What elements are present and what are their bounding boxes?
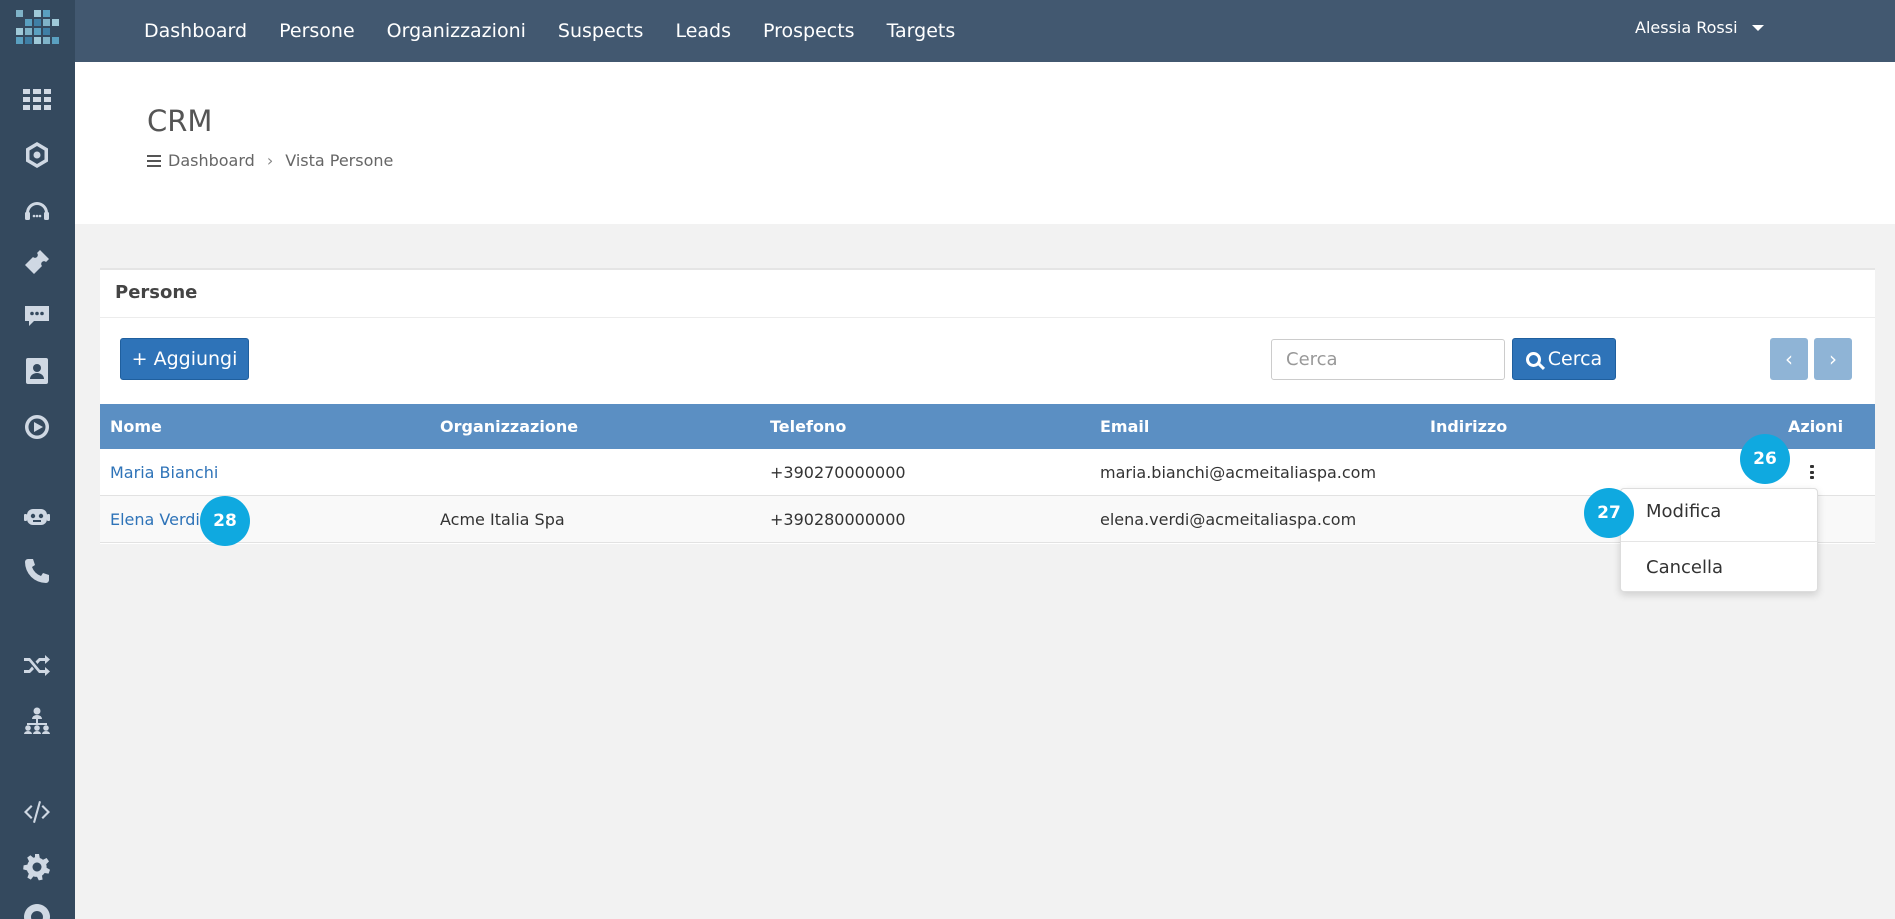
organization-cell: Acme Italia Spa — [440, 509, 565, 529]
code-icon[interactable] — [20, 795, 54, 829]
column-header-organizzazione[interactable]: Organizzazione — [440, 417, 578, 436]
phone-cell: +390280000000 — [770, 509, 906, 529]
actions-dropdown: Modifica Cancella — [1620, 488, 1818, 592]
contact-card-icon[interactable] — [20, 354, 54, 388]
hexagon-icon[interactable] — [20, 138, 54, 172]
menu-icon — [147, 154, 161, 167]
step-badge-28: 28 — [200, 496, 250, 546]
search-icon — [1525, 351, 1541, 367]
shuffle-icon[interactable] — [20, 648, 54, 682]
nav-prospects[interactable]: Prospects — [763, 20, 855, 42]
next-page-button[interactable]: › — [1814, 338, 1852, 380]
sidebar — [0, 0, 75, 919]
phone-cell: +390270000000 — [770, 462, 906, 482]
column-header-telefono[interactable]: Telefono — [770, 417, 846, 436]
step-badge-26: 26 — [1740, 434, 1790, 484]
nav-persone[interactable]: Persone — [279, 20, 355, 42]
top-bar: Dashboard Persone Organizzazioni Suspect… — [75, 0, 1895, 62]
user-menu[interactable]: Alessia Rossi — [1635, 18, 1764, 37]
headset-icon[interactable] — [20, 193, 54, 227]
nav-targets[interactable]: Targets — [887, 20, 956, 42]
kebab-menu-icon[interactable] — [1810, 465, 1814, 479]
robot-icon[interactable] — [20, 500, 54, 534]
page-title: CRM — [147, 104, 213, 138]
email-cell: elena.verdi@acmeitaliaspa.com — [1100, 509, 1357, 529]
breadcrumb-dashboard[interactable]: Dashboard — [168, 151, 255, 170]
org-chart-icon[interactable] — [20, 703, 54, 737]
grid-icon[interactable] — [20, 83, 54, 117]
gear-icon[interactable] — [20, 850, 54, 884]
search-input[interactable] — [1271, 339, 1505, 380]
prev-page-button[interactable]: ‹ — [1770, 338, 1808, 380]
search-button[interactable]: Cerca — [1512, 338, 1616, 380]
nav-dashboard[interactable]: Dashboard — [144, 20, 247, 42]
email-cell: maria.bianchi@acmeitaliaspa.com — [1100, 462, 1377, 482]
chat-icon[interactable] — [20, 298, 54, 332]
panel-divider — [100, 317, 1875, 318]
nav-suspects[interactable]: Suspects — [558, 20, 644, 42]
panel-title: Persone — [115, 282, 198, 303]
phone-icon[interactable] — [20, 554, 54, 588]
app-logo[interactable] — [16, 10, 60, 54]
nav-organizzazioni[interactable]: Organizzazioni — [387, 20, 526, 42]
lifebuoy-icon[interactable] — [20, 900, 54, 919]
column-header-indirizzo[interactable]: Indirizzo — [1430, 417, 1507, 436]
user-name: Alessia Rossi — [1635, 18, 1738, 37]
page-header: CRM Dashboard › Vista Persone — [75, 62, 1895, 224]
breadcrumb-current: Vista Persone — [285, 151, 394, 170]
step-badge-27: 27 — [1584, 488, 1634, 538]
play-circle-icon[interactable] — [20, 410, 54, 444]
breadcrumb: Dashboard › Vista Persone — [147, 151, 393, 170]
menu-item-modifica[interactable]: Modifica — [1646, 501, 1721, 522]
main-nav: Dashboard Persone Organizzazioni Suspect… — [144, 0, 987, 62]
menu-item-cancella[interactable]: Cancella — [1646, 557, 1723, 578]
search-button-label: Cerca — [1547, 348, 1603, 370]
column-header-email[interactable]: Email — [1100, 417, 1149, 436]
person-name-link[interactable]: Maria Bianchi — [110, 463, 218, 482]
table-header: Nome Organizzazione Telefono Email Indir… — [100, 404, 1875, 449]
column-header-nome[interactable]: Nome — [110, 417, 162, 436]
ticket-icon[interactable] — [20, 245, 54, 279]
chevron-right-icon: › — [266, 151, 274, 170]
person-name-link[interactable]: Elena Verdi — [110, 510, 200, 529]
nav-leads[interactable]: Leads — [675, 20, 731, 42]
dropdown-divider — [1621, 541, 1817, 542]
caret-down-icon — [1751, 24, 1764, 31]
column-header-azioni: Azioni — [1788, 417, 1844, 436]
add-button[interactable]: + Aggiungi — [120, 338, 249, 380]
